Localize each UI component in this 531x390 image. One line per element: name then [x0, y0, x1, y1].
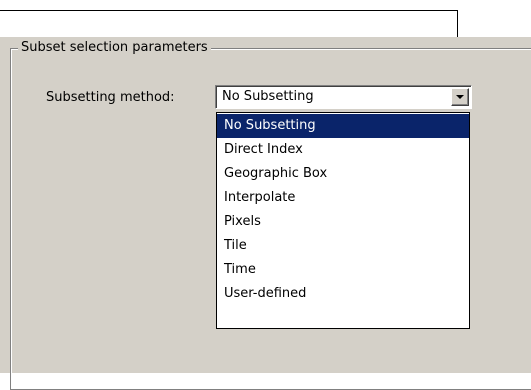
- option-tile[interactable]: Tile: [217, 234, 469, 258]
- option-interpolate[interactable]: Interpolate: [217, 186, 469, 210]
- subsetting-method-label: Subsetting method:: [46, 90, 175, 105]
- option-no-subsetting[interactable]: No Subsetting: [217, 114, 469, 138]
- option-direct-index[interactable]: Direct Index: [217, 138, 469, 162]
- subsetting-method-select[interactable]: No Subsetting: [215, 85, 472, 109]
- option-user-defined[interactable]: User-defined: [217, 282, 469, 306]
- chevron-down-icon: [456, 95, 464, 99]
- group-title: Subset selection parameters: [18, 40, 211, 56]
- selected-value: No Subsetting: [222, 89, 314, 104]
- callout-line-horizontal: [0, 10, 458, 11]
- option-pixels[interactable]: Pixels: [217, 210, 469, 234]
- option-time[interactable]: Time: [217, 258, 469, 282]
- dropdown-button[interactable]: [451, 88, 469, 106]
- settings-panel: Subset selection parameters Subsetting m…: [0, 37, 531, 390]
- option-geographic-box[interactable]: Geographic Box: [217, 162, 469, 186]
- subsetting-method-dropdown-list: No Subsetting Direct Index Geographic Bo…: [216, 112, 470, 329]
